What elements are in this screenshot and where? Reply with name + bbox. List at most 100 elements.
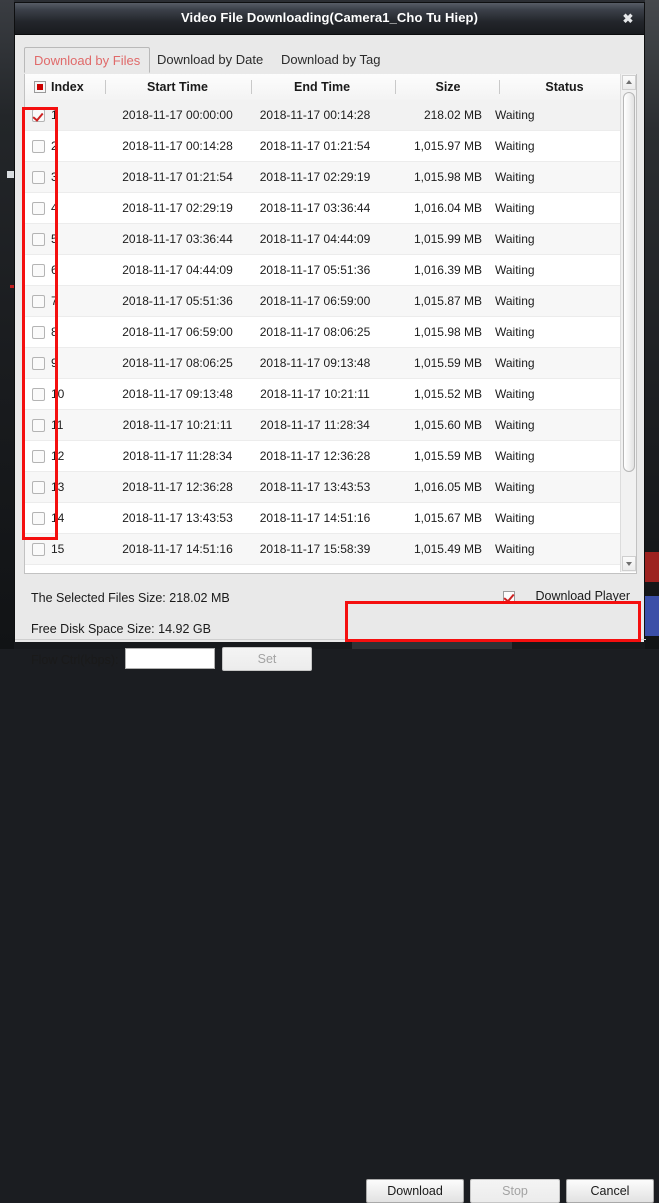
row-checkbox[interactable] — [32, 295, 45, 308]
cell-size: 1,016.04 MB — [413, 201, 482, 215]
cell-index: 8 — [51, 325, 58, 339]
cell-start-time: 2018-11-17 05:51:36 — [122, 294, 233, 308]
tabstrip: Download by Files Download by Date Downl… — [24, 47, 637, 75]
row-checkbox[interactable] — [32, 543, 45, 556]
cell-start-time: 2018-11-17 00:00:00 — [122, 108, 233, 122]
scroll-up-icon[interactable] — [622, 75, 636, 90]
table-row[interactable]: 8 2018-11-17 06:59:00 2018-11-17 08:06:2… — [25, 317, 622, 348]
cell-index: 4 — [51, 201, 58, 215]
cell-size: 1,015.97 MB — [413, 139, 482, 153]
cell-size: 218.02 MB — [423, 108, 482, 122]
table-row[interactable]: 9 2018-11-17 08:06:25 2018-11-17 09:13:4… — [25, 348, 622, 379]
table-row[interactable]: 13 2018-11-17 12:36:28 2018-11-17 13:43:… — [25, 472, 622, 503]
table-row[interactable]: 10 2018-11-17 09:13:48 2018-11-17 10:21:… — [25, 379, 622, 410]
table-row[interactable]: 3 2018-11-17 01:21:54 2018-11-17 02:29:1… — [25, 162, 622, 193]
cell-status: Waiting — [495, 418, 535, 432]
table-row[interactable]: 15 2018-11-17 14:51:16 2018-11-17 15:58:… — [25, 534, 622, 565]
cell-end-time: 2018-11-17 14:51:16 — [259, 511, 371, 525]
column-header-start-time[interactable]: Start Time — [110, 74, 245, 100]
column-header-index[interactable]: Index — [51, 74, 101, 100]
set-button[interactable]: Set — [222, 647, 312, 671]
table-vertical-scrollbar[interactable] — [620, 74, 636, 572]
select-all-checkbox[interactable] — [34, 81, 46, 93]
file-list-body[interactable]: 1 2018-11-17 00:00:00 2018-11-17 00:14:2… — [25, 100, 622, 572]
tab-download-by-date[interactable]: Download by Date — [148, 47, 272, 73]
row-checkbox[interactable] — [32, 357, 45, 370]
cell-start-time: 2018-11-17 13:43:53 — [122, 511, 233, 525]
flow-ctrl-input[interactable] — [125, 648, 215, 669]
cell-status: Waiting — [495, 480, 535, 494]
table-row[interactable]: 11 2018-11-17 10:21:11 2018-11-17 11:28:… — [25, 410, 622, 441]
cell-index: 7 — [51, 294, 58, 308]
row-checkbox[interactable] — [32, 512, 45, 525]
column-header-end-time[interactable]: End Time — [257, 74, 387, 100]
cell-index: 10 — [51, 387, 65, 401]
row-checkbox[interactable] — [32, 481, 45, 494]
table-row[interactable]: 5 2018-11-17 03:36:44 2018-11-17 04:44:0… — [25, 224, 622, 255]
download-button[interactable]: Download — [366, 1179, 464, 1203]
cell-status: Waiting — [495, 232, 535, 246]
row-checkbox[interactable] — [32, 233, 45, 246]
cell-size: 1,015.59 MB — [413, 356, 482, 370]
table-row[interactable]: 4 2018-11-17 02:29:19 2018-11-17 03:36:4… — [25, 193, 622, 224]
background-left-marker — [7, 171, 14, 178]
row-checkbox[interactable] — [32, 450, 45, 463]
cell-start-time: 2018-11-17 04:44:09 — [122, 263, 233, 277]
row-checkbox[interactable] — [32, 140, 45, 153]
cell-start-time: 2018-11-17 10:21:11 — [122, 418, 233, 432]
scroll-down-icon[interactable] — [622, 556, 636, 571]
cell-start-time: 2018-11-17 02:29:19 — [122, 201, 233, 215]
cell-size: 1,015.52 MB — [413, 387, 482, 401]
row-checkbox-cell — [32, 543, 45, 572]
cell-size: 1,015.60 MB — [413, 418, 482, 432]
cell-end-time: 2018-11-17 04:44:09 — [259, 232, 371, 246]
cell-start-time: 2018-11-17 00:14:28 — [122, 139, 233, 153]
cell-end-time: 2018-11-17 11:28:34 — [260, 418, 370, 432]
cancel-button[interactable]: Cancel — [566, 1179, 654, 1203]
dialog-titlebar[interactable]: Video File Downloading(Camera1_Cho Tu Hi… — [15, 3, 644, 35]
cell-status: Waiting — [495, 170, 535, 184]
cell-index: 5 — [51, 232, 58, 246]
cell-size: 1,015.49 MB — [413, 542, 482, 556]
cell-start-time: 2018-11-17 12:36:28 — [122, 480, 233, 494]
row-checkbox[interactable] — [32, 264, 45, 277]
download-player-checkbox[interactable] — [503, 591, 515, 603]
row-checkbox[interactable] — [32, 171, 45, 184]
chevron-up-icon — [626, 80, 632, 84]
cell-end-time: 2018-11-17 00:14:28 — [259, 108, 371, 122]
column-header-size[interactable]: Size — [403, 74, 493, 100]
table-row[interactable]: 12 2018-11-17 11:28:34 2018-11-17 12:36:… — [25, 441, 622, 472]
tab-download-by-files[interactable]: Download by Files — [24, 47, 151, 73]
table-row[interactable]: 2 2018-11-17 00:14:28 2018-11-17 01:21:5… — [25, 131, 622, 162]
cell-start-time: 2018-11-17 03:36:44 — [122, 232, 233, 246]
dialog-title: Video File Downloading(Camera1_Cho Tu Hi… — [180, 10, 479, 25]
cell-start-time: 2018-11-17 14:51:16 — [122, 542, 233, 556]
close-icon[interactable]: ✖ — [618, 9, 638, 28]
header-separator-2 — [251, 80, 252, 94]
row-checkbox[interactable] — [32, 326, 45, 339]
scrollbar-thumb[interactable] — [623, 92, 635, 472]
cell-index: 12 — [51, 449, 65, 463]
table-row[interactable]: 14 2018-11-17 13:43:53 2018-11-17 14:51:… — [25, 503, 622, 534]
row-checkbox[interactable] — [32, 202, 45, 215]
cell-start-time: 2018-11-17 08:06:25 — [122, 356, 233, 370]
header-separator-1 — [105, 80, 106, 94]
header-separator-4 — [499, 80, 500, 94]
stop-button[interactable]: Stop — [470, 1179, 560, 1203]
row-checkbox[interactable] — [32, 109, 45, 122]
table-row[interactable]: 6 2018-11-17 04:44:09 2018-11-17 05:51:3… — [25, 255, 622, 286]
cell-index: 15 — [51, 542, 65, 556]
table-row[interactable]: 1 2018-11-17 00:00:00 2018-11-17 00:14:2… — [25, 100, 622, 131]
tab-download-by-tag[interactable]: Download by Tag — [272, 47, 390, 73]
cell-end-time: 2018-11-17 09:13:48 — [259, 356, 371, 370]
row-checkbox[interactable] — [32, 388, 45, 401]
column-header-status[interactable]: Status — [507, 74, 622, 100]
row-checkbox[interactable] — [32, 419, 45, 432]
cell-status: Waiting — [495, 387, 535, 401]
cell-end-time: 2018-11-17 13:43:53 — [259, 480, 371, 494]
download-player-label[interactable]: Download Player — [536, 589, 631, 603]
cell-index: 14 — [51, 511, 65, 525]
cell-end-time: 2018-11-17 06:59:00 — [259, 294, 371, 308]
table-row[interactable]: 7 2018-11-17 05:51:36 2018-11-17 06:59:0… — [25, 286, 622, 317]
dialog-footer: The Selected Files Size: 218.02 MB Free … — [15, 574, 654, 1203]
